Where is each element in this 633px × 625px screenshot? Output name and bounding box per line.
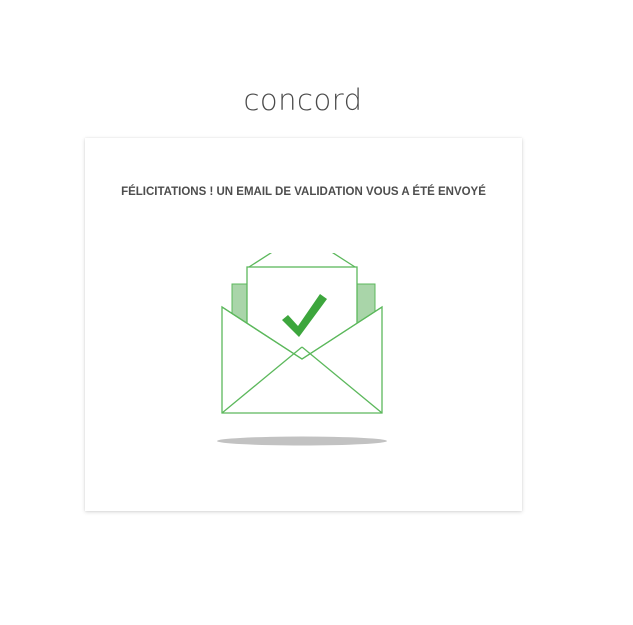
envelope-check-icon: [217, 253, 387, 446]
concord-logo: concord: [243, 83, 363, 117]
confirmation-title: FÉLICITATIONS ! UN EMAIL DE VALIDATION V…: [121, 186, 486, 198]
envelope-shadow: [217, 436, 387, 446]
confirmation-card: FÉLICITATIONS ! UN EMAIL DE VALIDATION V…: [85, 138, 522, 511]
